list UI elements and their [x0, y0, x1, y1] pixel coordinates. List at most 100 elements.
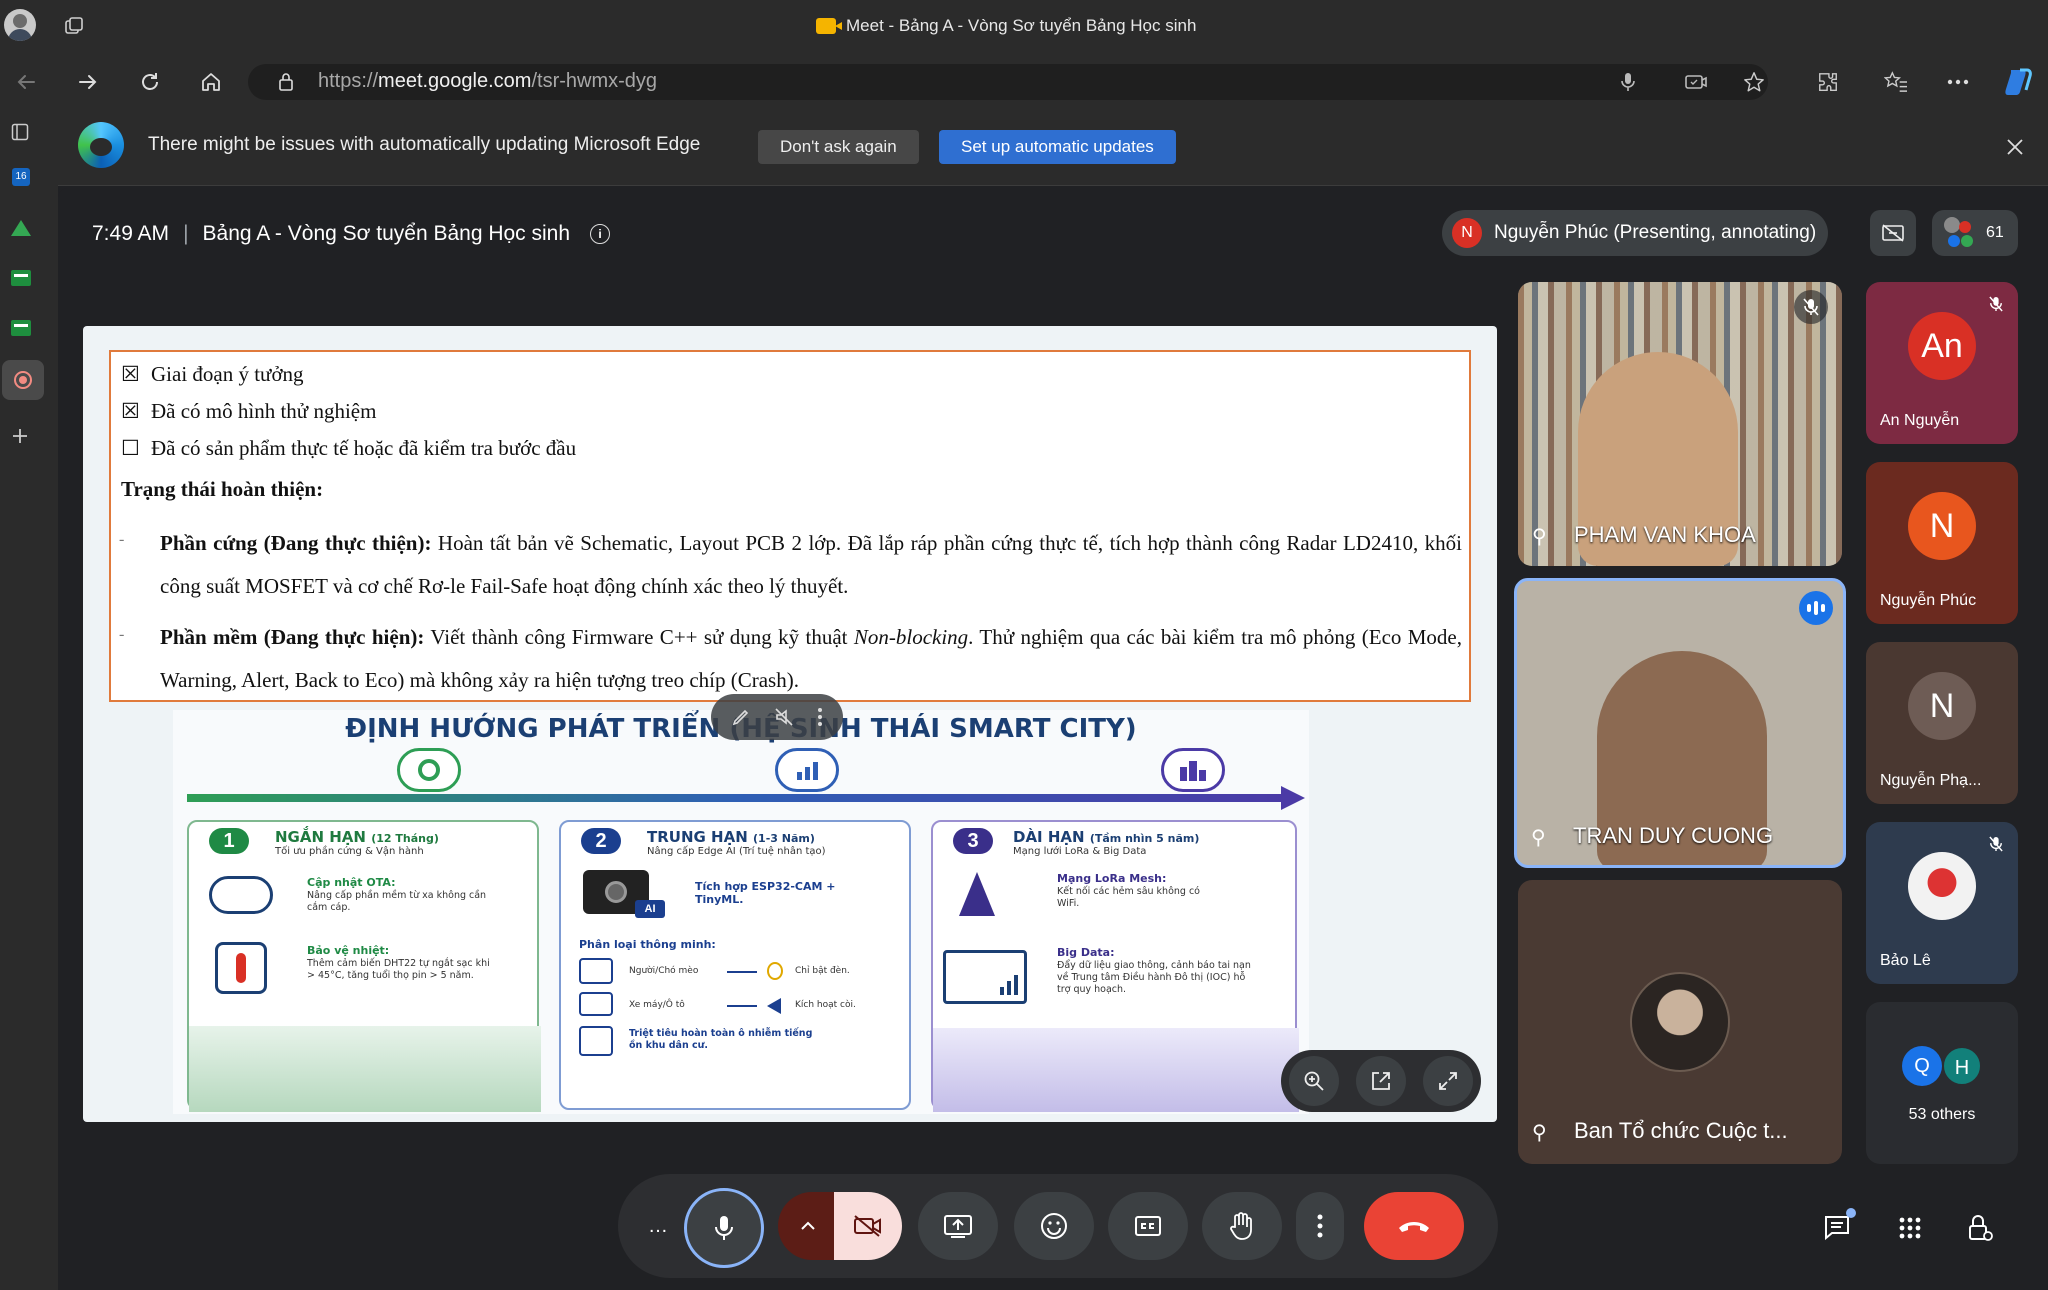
- participant-name: TRAN DUY CUONG: [1573, 823, 1774, 848]
- open-in-new-window-button[interactable]: [1355, 1056, 1406, 1106]
- participant-avatar-photo: [1908, 852, 1976, 920]
- checklist-item-text: Đã có mô hình thử nghiệm: [151, 399, 377, 423]
- emoji-icon: [1041, 1213, 1067, 1239]
- toolbar-more-icon[interactable]: [817, 707, 823, 727]
- chat-button[interactable]: [1812, 1202, 1864, 1254]
- participant-tile[interactable]: ⚲ PHAM VAN KHOA: [1518, 282, 1842, 566]
- column-heading-small: (1-3 Năm): [753, 832, 815, 845]
- side-participant-tile[interactable]: N Nguyễn Phúc: [1866, 462, 2018, 624]
- tab-sheets-icon[interactable]: [11, 270, 31, 286]
- checkbox-icon: ☒: [121, 399, 140, 423]
- raise-hand-icon: [1230, 1212, 1252, 1240]
- mute-audio-icon[interactable]: [774, 707, 794, 727]
- column-subheading: Tối ưu phần cứng & Vận hành: [275, 846, 424, 857]
- side-participant-tile[interactable]: N Nguyễn Phạ...: [1866, 642, 2018, 804]
- checklist-item: ☐ Đã có sản phẩm thực tế hoặc đã kiểm tra…: [121, 430, 576, 467]
- infobar-message: There might be issues with automatically…: [148, 134, 701, 155]
- meeting-header: 7:49 AM | Bảng A - Vòng Sơ tuyển Bảng Họ…: [92, 222, 611, 246]
- tab-title: Meet - Bảng A - Vòng Sơ tuyển Bảng Học s…: [846, 16, 1197, 35]
- layout-toggle-button[interactable]: [1870, 210, 1916, 256]
- captions-icon: [1135, 1216, 1161, 1236]
- participants-button[interactable]: 61: [1932, 210, 2018, 256]
- fullscreen-button[interactable]: [1422, 1056, 1473, 1106]
- ai-chip-label: AI: [635, 900, 665, 918]
- leave-call-button[interactable]: [1364, 1192, 1464, 1260]
- favorite-star-icon[interactable]: [1738, 66, 1770, 98]
- item-body: Đẩy dữ liệu giao thông, cảnh báo tai nạn…: [1057, 960, 1251, 995]
- roadmap-mid-term: 2 TRUNG HẠN (1-3 Năm) Nâng cấp Edge AI (…: [559, 820, 911, 1110]
- participant-initial-avatar: N: [1908, 672, 1976, 740]
- participant-pin-icon[interactable]: ⚲: [1532, 1120, 1547, 1145]
- url-text[interactable]: https://meet.google.com/tsr-hwmx-dyg: [318, 70, 657, 93]
- host-controls-button[interactable]: [1954, 1202, 2006, 1254]
- more-options-dots-icon[interactable]: …: [636, 1208, 680, 1244]
- participant-tile[interactable]: ⚲ Ban Tổ chức Cuộc t...: [1518, 880, 1842, 1164]
- timeline-arrowhead-icon: [1281, 786, 1305, 810]
- setup-updates-button[interactable]: Set up automatic updates: [939, 130, 1176, 164]
- forward-icon[interactable]: [70, 64, 106, 100]
- checklist: ☒ Giai đoạn ý tưởng ☒ Đã có mô hình thử ng…: [121, 356, 576, 467]
- presenter-chip[interactable]: N Nguyễn Phúc (Presenting, annotating): [1442, 210, 1829, 256]
- item-title: Phân loại thông minh:: [579, 938, 716, 951]
- muted-mic-icon: [1794, 290, 1828, 324]
- chat-icon: [1825, 1216, 1849, 1241]
- meeting-time: 7:49 AM: [92, 222, 170, 245]
- tab-sheets-2-icon[interactable]: [11, 320, 31, 336]
- new-tab-icon[interactable]: [6, 422, 34, 450]
- horn-icon: [767, 998, 781, 1014]
- window-title: Meet - Bảng A - Vòng Sơ tuyển Bảng Học s…: [816, 16, 1196, 36]
- reactions-button[interactable]: [1014, 1192, 1094, 1260]
- tab-calendar[interactable]: 16: [12, 168, 30, 186]
- host-controls-lock-icon: [1969, 1215, 1993, 1241]
- roadmap-long-term: 3 DÀI HẠN (Tầm nhìn 5 năm) Mạng lưới LoR…: [931, 820, 1299, 1112]
- dont-ask-again-button[interactable]: Don't ask again: [758, 130, 919, 164]
- home-icon[interactable]: [193, 64, 229, 100]
- present-screen-button[interactable]: [918, 1192, 998, 1260]
- hardware-paragraph: Phần cứng (Đang thực thiện): Hoàn tất bả…: [160, 522, 1462, 608]
- side-participant-tile[interactable]: An An Nguyễn: [1866, 282, 2018, 444]
- tab-meet-recording[interactable]: [2, 360, 44, 400]
- camera-toggle-button[interactable]: [834, 1192, 902, 1260]
- chat-notification-dot: [1846, 1208, 1856, 1218]
- microphone-icon: [715, 1216, 733, 1240]
- back-icon[interactable]: [8, 64, 44, 100]
- close-infobar-icon[interactable]: [1998, 130, 2032, 164]
- workspaces-icon[interactable]: [60, 12, 88, 40]
- raise-hand-button[interactable]: [1202, 1192, 1282, 1260]
- participant-pin-icon[interactable]: ⚲: [1531, 825, 1546, 850]
- participant-name: An Nguyễn: [1880, 412, 1960, 429]
- extensions-icon[interactable]: [1812, 66, 1844, 98]
- others-tile[interactable]: Q H 53 others: [1866, 1002, 2018, 1164]
- annotation-toolbar[interactable]: [711, 694, 843, 740]
- classification-result: Kích hoạt còi.: [795, 1000, 856, 1010]
- column-subheading: Nâng cấp Edge AI (Trí tuệ nhân tạo): [647, 846, 826, 857]
- camera-options-button[interactable]: [778, 1192, 838, 1260]
- growth-chart-icon: [775, 748, 839, 792]
- more-menu-icon[interactable]: [1942, 66, 1974, 98]
- participants-avatars-icon: [1942, 215, 1978, 251]
- reload-icon[interactable]: [132, 64, 168, 100]
- microphone-permission-icon[interactable]: [1614, 68, 1642, 96]
- participant-tile-active[interactable]: ⚲ TRAN DUY CUONG: [1514, 578, 1846, 868]
- copilot-icon[interactable]: [2000, 64, 2036, 100]
- open-in-new-icon: [1372, 1072, 1390, 1090]
- profile-avatar[interactable]: [4, 9, 36, 41]
- presenter-label: Nguyễn Phúc (Presenting, annotating): [1494, 222, 1817, 243]
- header-separator: |: [183, 222, 189, 245]
- participant-pin-icon[interactable]: ⚲: [1532, 524, 1547, 549]
- microphone-button[interactable]: [684, 1188, 764, 1268]
- more-options-button[interactable]: [1296, 1192, 1344, 1260]
- camera-permission-icon[interactable]: [1682, 68, 1710, 96]
- software-paragraph: Phần mềm (Đang thực hiện): Viết thành cô…: [160, 616, 1462, 702]
- meeting-info-icon[interactable]: i: [590, 224, 611, 244]
- item-body: Thêm cảm biến DHT22 tự ngắt sạc khi > 45…: [307, 958, 490, 981]
- annotate-pen-icon[interactable]: [731, 707, 751, 727]
- favorites-icon[interactable]: [1880, 66, 1912, 98]
- tab-panel-toggle-icon[interactable]: [6, 118, 34, 146]
- captions-button[interactable]: [1108, 1192, 1188, 1260]
- tab-drive-icon[interactable]: [11, 220, 31, 236]
- lock-icon[interactable]: [272, 68, 300, 96]
- activities-button[interactable]: [1884, 1202, 1936, 1254]
- side-participant-tile[interactable]: Bảo Lê: [1866, 822, 2018, 984]
- zoom-in-button[interactable]: [1289, 1056, 1340, 1106]
